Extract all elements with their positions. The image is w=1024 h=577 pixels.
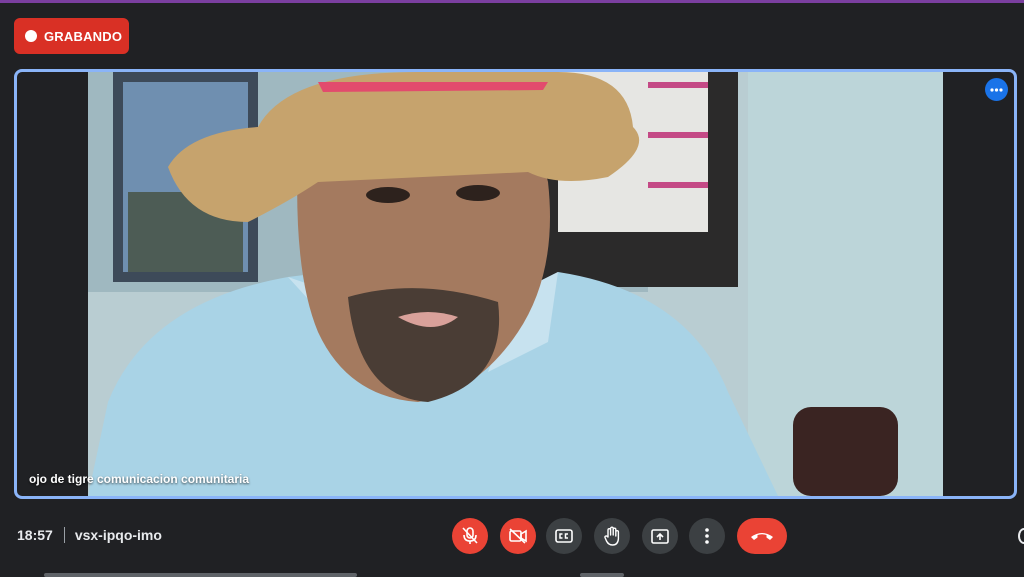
recording-label: GRABANDO <box>44 28 123 44</box>
call-end-icon <box>751 533 773 540</box>
more-options-button[interactable] <box>689 518 725 554</box>
hand-icon <box>604 526 620 546</box>
record-dot-icon <box>25 30 37 42</box>
more-vert-icon <box>705 528 709 544</box>
info-icon[interactable] <box>1018 528 1024 544</box>
scrollbar[interactable] <box>44 573 357 577</box>
mic-off-icon <box>462 527 478 544</box>
present-screen-icon <box>651 528 669 544</box>
more-horiz-icon <box>990 87 1003 92</box>
meeting-code[interactable]: vsx-ipqo-imo <box>75 527 162 543</box>
participant-video-feed <box>88 72 943 496</box>
videocam-off-icon <box>509 528 527 544</box>
camera-toggle-button[interactable] <box>500 518 536 554</box>
leave-call-button[interactable] <box>737 518 787 554</box>
tile-more-options-button[interactable] <box>985 78 1008 101</box>
meeting-time: 18:57 <box>17 527 53 543</box>
participant-video-tile[interactable]: ojo de tigre comunicacion comunitaria <box>14 69 1017 499</box>
mic-toggle-button[interactable] <box>452 518 488 554</box>
divider <box>63 527 65 543</box>
recording-badge[interactable]: GRABANDO <box>14 18 129 54</box>
captions-button[interactable] <box>546 518 582 554</box>
participant-name: ojo de tigre comunicacion comunitaria <box>29 472 250 486</box>
present-button[interactable] <box>642 518 678 554</box>
raise-hand-button[interactable] <box>594 518 630 554</box>
closed-caption-icon <box>555 529 573 543</box>
scrollbar-secondary[interactable] <box>580 573 624 577</box>
top-accent-bar <box>0 0 1024 3</box>
meeting-details: 18:57 vsx-ipqo-imo <box>17 527 162 543</box>
